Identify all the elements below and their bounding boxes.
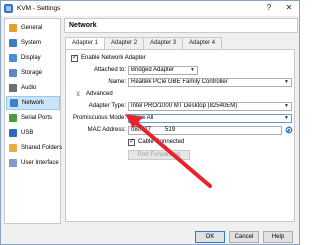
attached-to-label: Attached to: (93, 67, 126, 73)
sidebar-item-label: General (21, 25, 43, 31)
chevron-down-icon: ▼ (284, 79, 289, 85)
dialog-footer: OK Cancel Help (1, 227, 299, 245)
sidebar-item-storage[interactable]: Storage (6, 66, 60, 80)
sidebar-item-usb[interactable]: USB (6, 126, 60, 140)
sidebar-item-system[interactable]: System (6, 36, 60, 50)
sidebar-item-label: System (21, 40, 42, 46)
cable-connected-label: Cable Connected (138, 139, 185, 145)
shared-folders-icon (9, 144, 17, 152)
tab-adapter-3[interactable]: Adapter 3 (143, 37, 184, 49)
storage-icon (9, 69, 17, 77)
sidebar-item-general[interactable]: General (6, 21, 60, 35)
sidebar-item-label: Display (21, 55, 41, 61)
window-title: KVM - Settings (17, 5, 61, 12)
title-bar: KVM - Settings ? ✕ (1, 1, 299, 16)
sidebar-item-label: Audio (21, 85, 37, 91)
help-button[interactable]: Help (263, 231, 293, 243)
tab-adapter-2[interactable]: Adapter 2 (104, 37, 145, 49)
chevron-down-icon: ▼ (190, 67, 195, 73)
mac-address-value-end: 519 (165, 127, 176, 133)
sidebar-item-label: Serial Ports (21, 115, 53, 121)
ok-button[interactable]: OK (195, 231, 225, 243)
sidebar-item-audio[interactable]: Audio (6, 81, 60, 95)
advanced-toggle[interactable]: Advanced (86, 91, 113, 97)
mac-address-input[interactable]: 080027 519 (128, 126, 282, 135)
sidebar-item-label: USB (21, 130, 34, 136)
adapter-type-value: Intel PRO/1000 MT Desktop (82540EM) (131, 103, 238, 109)
adapter-name-value: Realtek PCIe GBE Family Controller (131, 79, 228, 85)
refresh-mac-icon[interactable] (285, 126, 293, 134)
adapter-type-label: Adapter Type: (88, 103, 126, 109)
sidebar-item-label: Storage (21, 70, 43, 76)
attached-to-select[interactable]: Bridged Adapter ▼ (128, 66, 198, 75)
name-label: Name: (108, 79, 126, 85)
attached-to-value: Bridged Adapter (131, 67, 175, 73)
audio-icon (9, 84, 17, 92)
adapter-type-select[interactable]: Intel PRO/1000 MT Desktop (82540EM) ▼ (128, 102, 292, 111)
adapter-tabs: Adapter 1 Adapter 2 Adapter 3 Adapter 4 (65, 37, 223, 50)
virtualbox-icon (4, 4, 13, 13)
sidebar-item-display[interactable]: Display (6, 51, 60, 65)
serial-ports-icon (9, 114, 17, 122)
user-interface-icon (9, 159, 17, 167)
sidebar-item-label: Shared Folders (21, 145, 63, 151)
sidebar-item-user-interface[interactable]: User Interface (6, 156, 60, 170)
sidebar-item-shared-folders[interactable]: Shared Folders (6, 141, 63, 155)
chevron-down-icon: ▼ (284, 103, 289, 109)
system-icon (9, 39, 17, 47)
promiscuous-mode-label: Promiscuous Mode: (72, 115, 126, 121)
promiscuous-mode-value: Allow All (131, 115, 154, 121)
enable-adapter-checkbox[interactable] (71, 53, 78, 62)
settings-window: KVM - Settings ? ✕ General System Displa… (0, 0, 300, 245)
sidebar-item-label: Network (22, 100, 45, 106)
mac-address-value: 080027 (131, 127, 152, 133)
sidebar-item-network[interactable]: Network (6, 96, 60, 110)
sidebar-item-label: User Interface (21, 160, 59, 166)
adapter-name-select[interactable]: Realtek PCIe GBE Family Controller ▼ (128, 78, 292, 87)
help-title-button[interactable]: ? (261, 2, 277, 14)
cancel-button[interactable]: Cancel (229, 231, 259, 243)
display-icon (9, 54, 17, 62)
enable-adapter-label: Enable Network Adapter (81, 55, 146, 61)
close-button[interactable]: ✕ (281, 2, 297, 14)
sidebar-item-serial-ports[interactable]: Serial Ports (6, 111, 60, 125)
settings-sidebar: General System Display Storage Audio Net… (4, 18, 63, 224)
tab-adapter-4[interactable]: Adapter 4 (182, 37, 223, 49)
cable-connected-checkbox[interactable] (128, 137, 135, 146)
advanced-expand-icon[interactable]: ⊻ (76, 91, 80, 98)
network-icon (10, 99, 18, 107)
port-forwarding-button[interactable]: Port Forwarding (128, 150, 190, 160)
promiscuous-mode-select[interactable]: Allow All ▼ (128, 114, 292, 123)
mac-address-label: MAC Address: (87, 127, 126, 133)
general-icon (9, 24, 17, 32)
page-title: Network (64, 18, 298, 33)
usb-icon (9, 129, 17, 137)
settings-content: Network Adapter 1 Adapter 2 Adapter 3 Ad… (64, 18, 298, 224)
adapter-panel: Enable Network Adapter Attached to: Brid… (65, 49, 295, 222)
chevron-down-icon: ▼ (284, 115, 289, 121)
